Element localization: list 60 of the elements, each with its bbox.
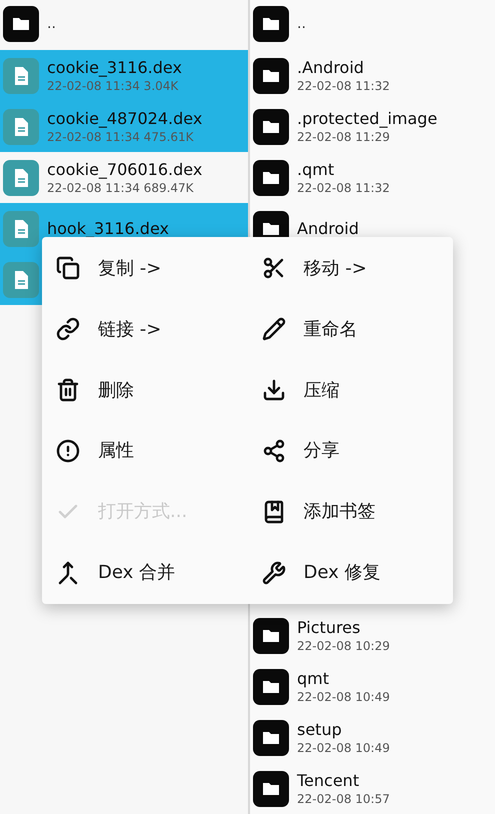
- file-name: cookie_3116.dex: [47, 58, 182, 78]
- link-icon: [56, 317, 80, 342]
- menu-item[interactable]: 移动 ->: [248, 238, 453, 299]
- file-name: hook_3116.dex: [47, 218, 169, 238]
- download-icon: [262, 378, 286, 402]
- share-icon: [262, 438, 286, 463]
- file-row[interactable]: cookie_3116.dex 22-02-08 11:34 3.04K: [0, 50, 248, 101]
- folder-icon: [253, 668, 289, 704]
- file-name: cookie_706016.dex: [47, 160, 202, 180]
- file-name: .protected_image: [297, 108, 438, 128]
- file-name: .qmt: [297, 160, 336, 180]
- menu-item[interactable]: 重命名: [248, 298, 453, 360]
- file-name: cookie_487024.dex: [47, 108, 202, 128]
- folder-icon: [253, 160, 289, 196]
- menu-item[interactable]: 添加书签: [248, 481, 453, 542]
- file-name: Tencent: [297, 770, 360, 790]
- merge-icon: [56, 560, 80, 585]
- file-name: qmt: [297, 668, 330, 688]
- file-info: 22-02-08 10:57: [297, 790, 390, 806]
- menu-item[interactable]: Dex 合并: [42, 542, 248, 603]
- file-info: 22-02-08 11:34 689.47K: [47, 180, 195, 196]
- menu-item[interactable]: Dex 修复: [248, 542, 453, 603]
- menu-item[interactable]: 分享: [248, 420, 453, 482]
- file-icon: [3, 262, 39, 298]
- folder-icon: [253, 58, 289, 94]
- folder-icon: [253, 618, 289, 654]
- file-info: 22-02-08 10:29: [297, 638, 390, 654]
- menu-item[interactable]: 压缩: [248, 360, 453, 420]
- alert-icon: [56, 438, 80, 463]
- folder-icon: [253, 108, 289, 144]
- file-info: 22-02-08 11:29: [297, 128, 391, 144]
- file-info: 22-02-08 10:49: [297, 688, 390, 704]
- copy-icon: [56, 256, 80, 280]
- folder-icon: [3, 6, 39, 42]
- file-info: 22-02-08 11:32: [297, 180, 390, 196]
- pencil-icon: [262, 317, 286, 342]
- file-name: Pictures: [297, 618, 362, 638]
- file-info: 22-02-08 10:49: [297, 740, 390, 756]
- menu-item[interactable]: 属性: [42, 420, 248, 482]
- file-info: 22-02-08 11:32: [297, 78, 390, 94]
- file-info: 22-02-08 11:34 3.04K: [47, 78, 180, 94]
- file-name: setup: [297, 720, 343, 740]
- file-name: Android: [297, 218, 359, 238]
- scissors-icon: [262, 256, 286, 280]
- folder-icon: [253, 6, 289, 42]
- menu-item[interactable]: 链接 ->: [42, 298, 248, 360]
- menu-item[interactable]: 删除: [42, 360, 248, 420]
- file-name: .Android: [297, 58, 365, 78]
- file-icon: [3, 58, 39, 94]
- parent-folder[interactable]: ..: [47, 14, 56, 34]
- file-icon: [3, 210, 39, 246]
- wrench-icon: [262, 560, 286, 585]
- file-info: 22-02-08 11:34 475.61K: [47, 128, 195, 144]
- folder-icon: [253, 770, 289, 806]
- parent-folder[interactable]: ..: [297, 14, 306, 34]
- trash-icon: [56, 378, 80, 402]
- folder-icon: [253, 720, 289, 756]
- file-icon: [3, 160, 39, 196]
- file-icon: [3, 108, 39, 144]
- file-row[interactable]: cookie_487024.dex 22-02-08 11:34 475.61K: [0, 101, 248, 152]
